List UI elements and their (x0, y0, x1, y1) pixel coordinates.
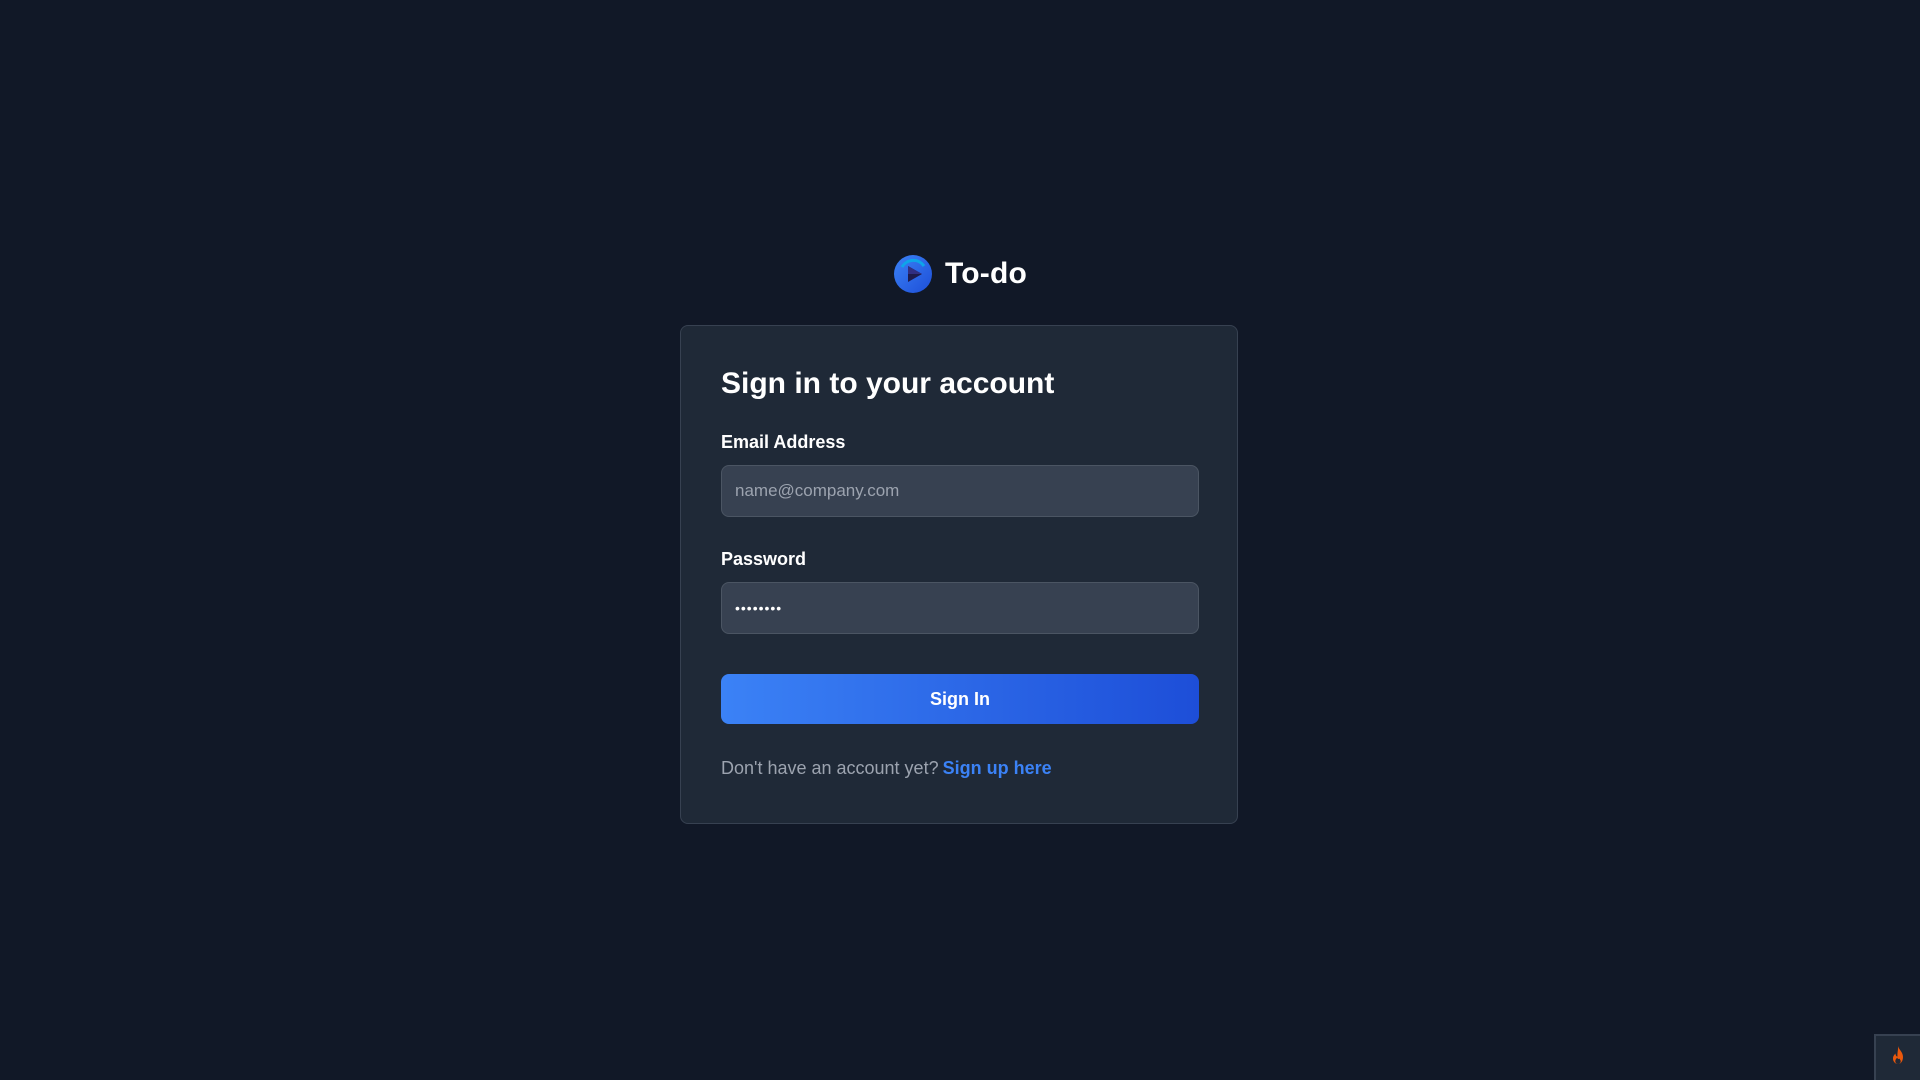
password-field[interactable] (721, 582, 1199, 634)
email-field-group: Email Address (721, 432, 1199, 517)
brand-header: To-do (0, 254, 1920, 294)
flame-icon (1886, 1044, 1910, 1073)
play-circle-logo-icon (893, 254, 933, 294)
password-field-group: Password (721, 549, 1199, 634)
corner-widget-button[interactable] (1874, 1034, 1920, 1080)
email-field[interactable] (721, 465, 1199, 517)
password-label: Password (721, 549, 807, 569)
brand-name: To-do (944, 257, 1028, 290)
sign-in-button[interactable]: Sign In (721, 674, 1199, 724)
email-label: Email Address (721, 432, 846, 452)
signup-row: Don't have an account yet? Sign up here (721, 758, 1197, 779)
page-title: Sign in to your account (721, 367, 1055, 400)
login-page: To-do Sign in to your account Email Addr… (0, 0, 1920, 1080)
signup-link[interactable]: Sign up here (943, 758, 1052, 778)
signup-prompt: Don't have an account yet? (721, 758, 939, 778)
login-card: Sign in to your account Email Address Pa… (680, 325, 1238, 824)
